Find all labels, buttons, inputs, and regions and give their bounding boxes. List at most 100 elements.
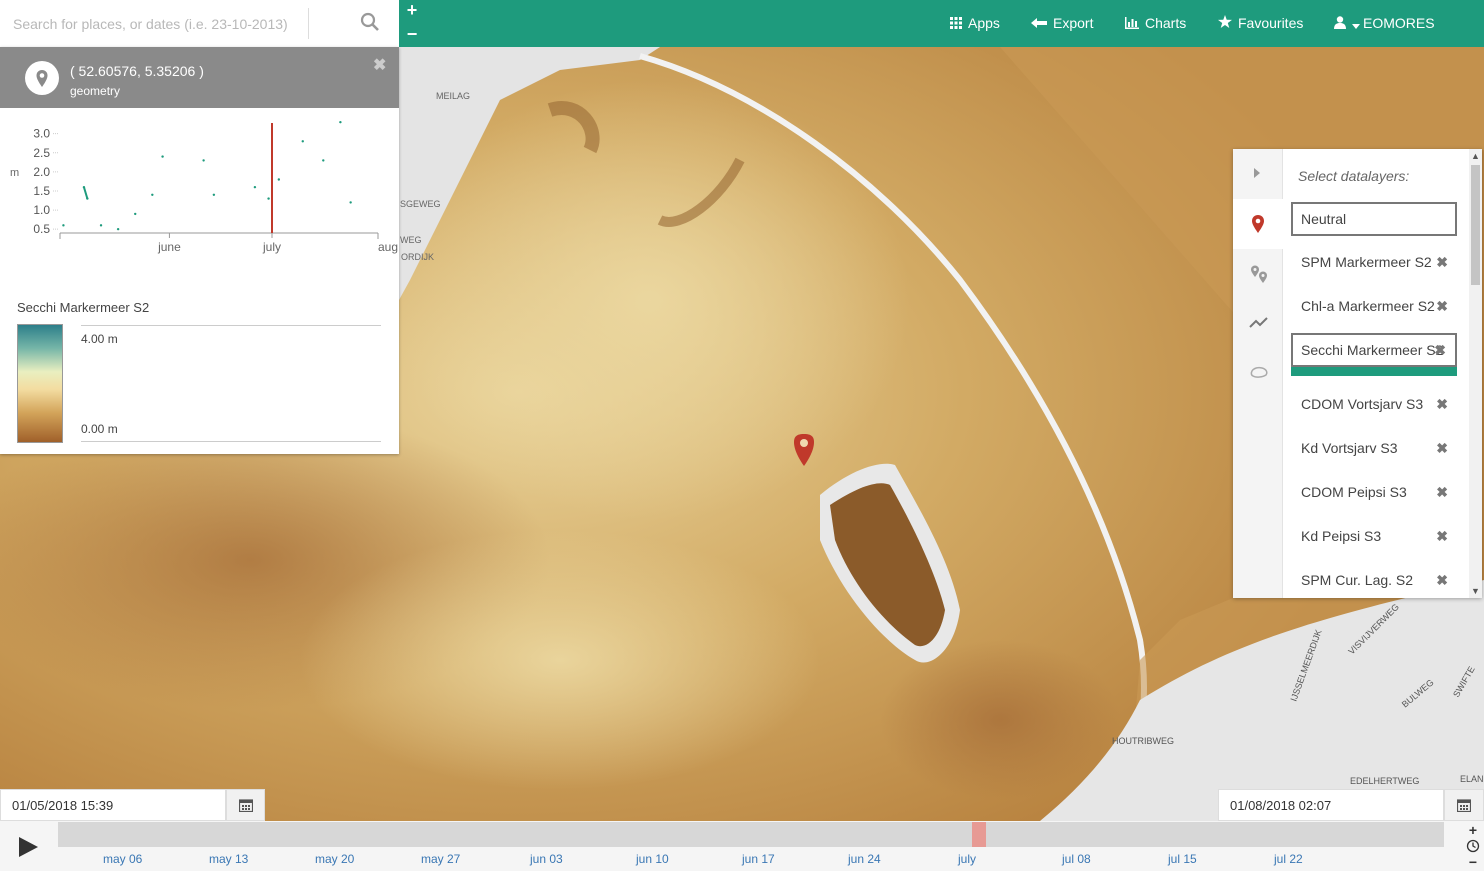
timeline-tick: jun 24 [848,852,881,866]
chart-x-tick-label: aug [378,240,398,254]
timeline-tick: jul 22 [1274,852,1303,866]
timeline-tick: jun 10 [636,852,669,866]
tool-polygon-button[interactable] [1233,349,1283,399]
timeline-tick: jun 03 [530,852,563,866]
play-button[interactable] [0,821,58,871]
chart-data-point [349,201,352,204]
legend-title: Secchi Markermeer S2 [17,300,150,315]
caret-down-icon [1352,1,1360,48]
layer-scrollbar[interactable]: ▲ ▼ [1469,149,1482,598]
layer-label: Chl-a Markermeer S2 [1301,298,1435,314]
search-input[interactable] [0,0,308,47]
layer-item-kd-vortsjarv-s3[interactable]: Kd Vortsjarv S3 ✖ [1291,431,1457,465]
timeline-tick: july [958,852,977,866]
caret-right-icon [1254,168,1260,178]
timeline-tick: may 20 [315,852,355,866]
map-label-sgeweg: SGEWEG [400,199,441,209]
tool-point-button[interactable] [1233,199,1283,249]
layer-label: SPM Cur. Lag. S2 [1301,572,1414,588]
scroll-down-icon[interactable]: ▼ [1469,584,1482,598]
chart-y-tick-label: 0.5 [33,222,50,236]
layer-item-spm-cur-lag-s2[interactable]: SPM Cur. Lag. S2 ✖ [1291,563,1457,597]
map-marker-icon [1252,215,1264,233]
legend-divider-top [81,325,381,326]
remove-layer-icon[interactable]: ✖ [1436,289,1448,323]
timeline-current-marker[interactable] [972,822,986,847]
layer-item-cdom-peipsi-s3[interactable]: CDOM Peipsi S3 ✖ [1291,475,1457,509]
layer-label: Neutral [1301,211,1347,227]
nav-favourites-button[interactable]: Favourites [1218,0,1303,47]
start-date-input[interactable] [0,789,226,821]
nav-user-label: EOMORES [1363,15,1435,31]
map-zoom-in-button[interactable]: + [403,0,421,20]
timeseries-chart[interactable]: m 0.5 1.0 1.5 2.0 2.5 3.0 june july aug [0,118,399,268]
scroll-thumb[interactable] [1471,165,1480,285]
clock-icon[interactable] [1466,839,1480,853]
tool-multipoint-button[interactable] [1233,249,1283,299]
chart-x-tick-label: july [262,240,281,254]
chart-data-point [161,155,164,158]
timeline-tick: jul 15 [1168,852,1197,866]
layer-label: SPM Markermeer S2 [1301,254,1432,270]
layer-item-cdom-vortsjarv-s3[interactable]: CDOM Vortsjarv S3 ✖ [1291,387,1457,421]
tool-line-button[interactable] [1233,299,1283,349]
layer-label: Kd Peipsi S3 [1301,528,1382,544]
layer-item-secchi-markermeer-s2[interactable]: Secchi Markermeer S2 ✖ [1291,333,1457,367]
chart-y-tick-label: 3.0 [33,127,50,141]
remove-layer-icon[interactable]: ✖ [1434,335,1446,365]
layer-item-spm-markermeer-s2[interactable]: SPM Markermeer S2 ✖ [1291,245,1457,279]
timeline-track[interactable] [58,822,1444,847]
chart-data-point [151,193,154,196]
timeline-tick: jul 08 [1062,852,1091,866]
layer-label: CDOM Vortsjarv S3 [1301,396,1424,412]
layer-item-chla-markermeer-s2[interactable]: Chl-a Markermeer S2 ✖ [1291,289,1457,323]
end-calendar-button[interactable] [1444,789,1484,821]
map-zoom-out-button[interactable]: − [403,24,421,44]
chart-data-point [134,212,137,216]
map-label-weg: WEG [400,235,422,245]
search-icon[interactable] [360,12,384,36]
remove-layer-icon[interactable]: ✖ [1436,387,1448,421]
search-box [0,0,399,47]
chart-data-point [212,193,216,196]
remove-layer-icon[interactable]: ✖ [1436,475,1448,509]
nav-user-menu[interactable]: EOMORES [1334,0,1435,47]
nav-apps-button[interactable]: Apps [950,0,1000,47]
timeline-tick: jun 17 [742,852,775,866]
map-label-houtribweg: HOUTRIBWEG [1112,736,1174,746]
location-subtitle: geometry [70,84,121,98]
remove-layer-icon[interactable]: ✖ [1436,431,1448,465]
scroll-up-icon[interactable]: ▲ [1469,149,1482,163]
close-icon[interactable]: ✖ [373,58,387,74]
search-divider [308,8,309,39]
nav-charts-button[interactable]: Charts [1125,0,1186,47]
chart-data-point [62,224,65,227]
timeline-tick: may 13 [209,852,249,866]
timeline-tick: may 27 [421,852,461,866]
calendar-icon [1457,799,1471,812]
layer-label: CDOM Peipsi S3 [1301,484,1407,500]
map-label-meilag: MEILAG [436,91,470,101]
timeline-zoom-in-button[interactable]: + [1466,823,1480,837]
nav-export-button[interactable]: Export [1031,0,1093,47]
remove-layer-icon[interactable]: ✖ [1436,563,1448,597]
export-icon [1031,1,1047,48]
remove-layer-icon[interactable]: ✖ [1436,519,1448,553]
chart-y-tick-label: 1.5 [33,184,50,198]
start-calendar-button[interactable] [226,789,265,821]
nav-favourites-label: Favourites [1238,15,1304,31]
selected-layer-indicator [1291,367,1457,376]
collapse-panel-button[interactable] [1233,149,1283,199]
remove-layer-icon[interactable]: ✖ [1436,245,1448,279]
layer-item-kd-peipsi-s3[interactable]: Kd Peipsi S3 ✖ [1291,519,1457,553]
grid-icon [950,1,962,48]
tool-column [1233,149,1283,598]
chart-x-tick-label: june [157,240,181,254]
chart-y-tick-label: 2.0 [33,165,50,179]
layer-item-neutral[interactable]: Neutral [1291,202,1457,236]
play-icon [19,837,38,857]
end-date-input[interactable] [1218,789,1444,821]
legend-divider-bottom [81,441,381,442]
timeline-zoom-out-button[interactable]: − [1466,855,1480,869]
calendar-icon [239,799,253,812]
